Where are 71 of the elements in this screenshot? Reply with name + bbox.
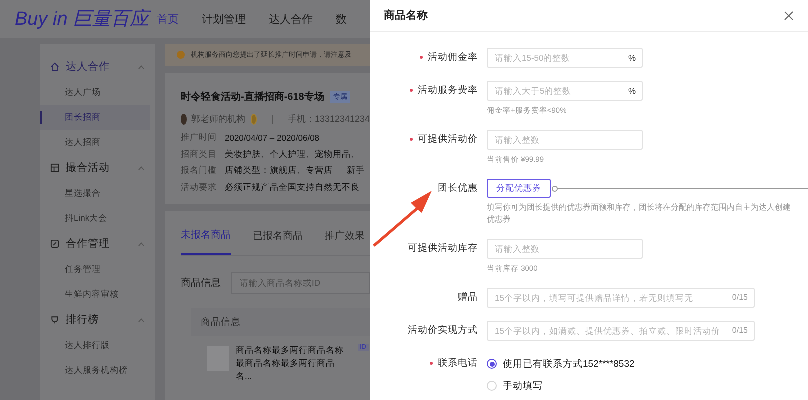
- sidebar-group[interactable]: 合作管理: [40, 231, 155, 257]
- chevron-icon: [138, 166, 145, 170]
- char-counter: 0/15: [732, 326, 748, 335]
- detail-label: 报名门槛: [181, 165, 217, 178]
- nav-item[interactable]: 首页: [157, 12, 179, 26]
- sidebar-item[interactable]: 星选撮合: [40, 181, 150, 206]
- detail-label: 招商类目: [181, 148, 217, 161]
- detail-label: 推广时间: [181, 132, 217, 144]
- sidebar-item[interactable]: 团长招商: [40, 105, 150, 130]
- close-icon[interactable]: [784, 10, 794, 20]
- sidebar-item[interactable]: 达人招商: [40, 130, 150, 155]
- sidebar-item[interactable]: 任务管理: [40, 257, 150, 282]
- unit-label: %: [628, 53, 636, 63]
- sidebar-group[interactable]: 达人合作: [40, 54, 155, 80]
- medal-icon: [250, 114, 258, 125]
- warning-icon: [177, 51, 185, 59]
- activity-title: 时令轻食活动-直播招商-618专场: [181, 90, 324, 104]
- nav-item[interactable]: 计划管理: [202, 12, 246, 26]
- trophy-icon: [50, 315, 60, 325]
- input-field[interactable]: 请输入整数: [487, 130, 643, 150]
- radio-option[interactable]: 使用已有联系方式152****8532: [487, 356, 808, 372]
- field-label: 活动佣金率: [370, 48, 478, 68]
- chevron-icon: [138, 318, 145, 322]
- product-name: 商品名称最多两行商品名称最商品名称最多两行商品名...: [236, 344, 345, 383]
- tab[interactable]: 推广效果: [325, 217, 365, 255]
- phone-text: 手机：13312341234: [288, 112, 370, 126]
- search-label: 商品信息: [181, 276, 221, 290]
- unit-label: %: [628, 86, 636, 96]
- detail-value: 新手: [347, 165, 365, 178]
- chevron-icon: [138, 64, 145, 70]
- tab[interactable]: 已报名商品: [253, 217, 303, 255]
- field-label: 团长优惠: [437, 182, 478, 196]
- sidebar-group[interactable]: 排行榜: [40, 307, 155, 333]
- grid-icon: [50, 163, 60, 173]
- edit-icon: [50, 239, 60, 249]
- avatar: [181, 114, 187, 125]
- sidebar-item[interactable]: 达人服务机构榜: [40, 358, 150, 383]
- field-label: 活动服务费率: [370, 81, 478, 101]
- nav-item[interactable]: 达人合作: [269, 12, 313, 26]
- logo: Buy in 巨量百应: [15, 8, 152, 32]
- tab[interactable]: 未报名商品: [181, 217, 231, 255]
- field-label: 赠品: [457, 291, 478, 305]
- sidebar-item[interactable]: 生鲜内容审核: [40, 282, 150, 307]
- required-dot: [410, 88, 413, 92]
- required-dot: [410, 138, 413, 141]
- detail-value: 2020/04/07 – 2020/06/08: [225, 133, 320, 144]
- help-text: 填写你可为团长提供的优惠券面额和库存，团长将在分配的库存范围内自主为达人创建优惠券: [487, 202, 792, 226]
- input-field[interactable]: 请输入整数: [487, 239, 643, 259]
- sidebar-item[interactable]: 抖Link大会: [40, 206, 150, 231]
- field-label: 联系电话: [370, 354, 478, 374]
- detail-label: 活动要求: [181, 182, 217, 194]
- detail-value: 必须正规产品全国支持自然无不良: [225, 182, 360, 194]
- field-label: 可提供活动价: [370, 130, 478, 150]
- field-label: 可提供活动库存: [407, 242, 478, 256]
- field-label: 活动价实现方式: [407, 324, 478, 338]
- detail-value: 美妆护肤、个人护理、宠物用品、: [225, 148, 360, 161]
- drawer-title: 商品名称: [384, 8, 428, 23]
- required-dot: [420, 56, 423, 59]
- sidebar-item[interactable]: 达人排行版: [40, 333, 150, 358]
- house-icon: [50, 62, 60, 72]
- chevron-icon: [138, 242, 145, 246]
- nav-item[interactable]: 数: [336, 12, 347, 26]
- sidebar-group[interactable]: 撮合活动: [40, 155, 155, 181]
- organizer-name: 郭老师的机构: [192, 112, 246, 126]
- char-counter: 0/15: [732, 293, 748, 302]
- sidebar-item[interactable]: 达人广场: [40, 80, 150, 105]
- coupon-button[interactable]: 分配优惠券: [487, 179, 551, 198]
- detail-value: 店铺类型：旗舰店、专营店: [225, 165, 333, 178]
- required-dot: [430, 362, 433, 365]
- radio-option[interactable]: 手动填写: [487, 378, 808, 394]
- column-header: 商品信息: [201, 316, 241, 328]
